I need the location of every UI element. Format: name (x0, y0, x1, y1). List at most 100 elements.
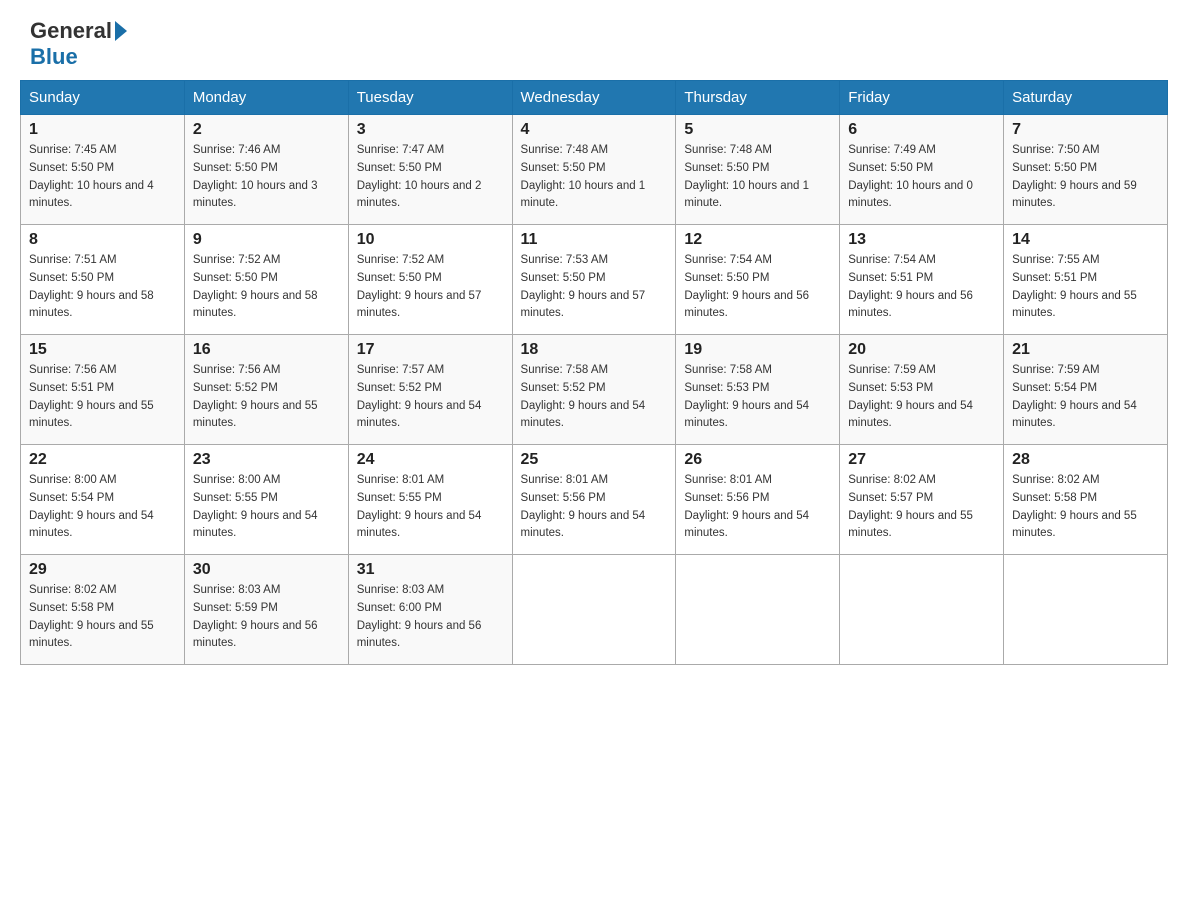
day-cell-30: 30 Sunrise: 8:03 AMSunset: 5:59 PMDayligh… (184, 555, 348, 665)
day-cell-16: 16 Sunrise: 7:56 AMSunset: 5:52 PMDayligh… (184, 335, 348, 445)
day-info-13: Sunrise: 7:54 AMSunset: 5:51 PMDaylight:… (848, 252, 995, 323)
day-cell-4: 4 Sunrise: 7:48 AMSunset: 5:50 PMDaylight… (512, 115, 676, 225)
day-info-28: Sunrise: 8:02 AMSunset: 5:58 PMDaylight:… (1012, 472, 1159, 543)
day-info-2: Sunrise: 7:46 AMSunset: 5:50 PMDaylight:… (193, 142, 340, 213)
day-info-14: Sunrise: 7:55 AMSunset: 5:51 PMDaylight:… (1012, 252, 1159, 323)
day-number-25: 25 (521, 451, 668, 469)
day-cell-11: 11Sunrise: 7:53 AMSunset: 5:50 PMDayligh… (512, 225, 676, 335)
day-number-27: 27 (848, 451, 995, 469)
day-cell-21: 21 Sunrise: 7:59 AMSunset: 5:54 PMDayligh… (1004, 335, 1168, 445)
day-number-30: 30 (193, 561, 340, 579)
day-cell-27: 27 Sunrise: 8:02 AMSunset: 5:57 PMDayligh… (840, 445, 1004, 555)
day-cell-23: 23 Sunrise: 8:00 AMSunset: 5:55 PMDayligh… (184, 445, 348, 555)
day-cell-25: 25 Sunrise: 8:01 AMSunset: 5:56 PMDayligh… (512, 445, 676, 555)
day-number-2: 2 (193, 121, 340, 139)
day-number-3: 3 (357, 121, 504, 139)
calendar-table: SundayMondayTuesdayWednesdayThursdayFrid… (20, 80, 1168, 665)
day-info-25: Sunrise: 8:01 AMSunset: 5:56 PMDaylight:… (521, 472, 668, 543)
day-number-12: 12 (684, 231, 831, 249)
day-info-1: Sunrise: 7:45 AMSunset: 5:50 PMDaylight:… (29, 142, 176, 213)
day-info-15: Sunrise: 7:56 AMSunset: 5:51 PMDaylight:… (29, 362, 176, 433)
day-number-23: 23 (193, 451, 340, 469)
day-cell-22: 22Sunrise: 8:00 AMSunset: 5:54 PMDayligh… (21, 445, 185, 555)
day-number-10: 10 (357, 231, 504, 249)
logo-blue-text: Blue (30, 44, 78, 69)
day-number-19: 19 (684, 341, 831, 359)
day-number-7: 7 (1012, 121, 1159, 139)
day-cell-20: 20 Sunrise: 7:59 AMSunset: 5:53 PMDayligh… (840, 335, 1004, 445)
day-info-26: Sunrise: 8:01 AMSunset: 5:56 PMDaylight:… (684, 472, 831, 543)
day-info-10: Sunrise: 7:52 AMSunset: 5:50 PMDaylight:… (357, 252, 504, 323)
day-cell-29: 29 Sunrise: 8:02 AMSunset: 5:58 PMDayligh… (21, 555, 185, 665)
day-cell-10: 10 Sunrise: 7:52 AMSunset: 5:50 PMDayligh… (348, 225, 512, 335)
empty-cell (1004, 555, 1168, 665)
day-cell-26: 26 Sunrise: 8:01 AMSunset: 5:56 PMDayligh… (676, 445, 840, 555)
day-number-4: 4 (521, 121, 668, 139)
day-number-28: 28 (1012, 451, 1159, 469)
day-cell-7: 7 Sunrise: 7:50 AMSunset: 5:50 PMDaylight… (1004, 115, 1168, 225)
empty-cell (676, 555, 840, 665)
day-info-5: Sunrise: 7:48 AMSunset: 5:50 PMDaylight:… (684, 142, 831, 213)
day-number-9: 9 (193, 231, 340, 249)
day-cell-5: 5 Sunrise: 7:48 AMSunset: 5:50 PMDaylight… (676, 115, 840, 225)
header-tuesday: Tuesday (348, 81, 512, 115)
calendar-header-row: SundayMondayTuesdayWednesdayThursdayFrid… (21, 81, 1168, 115)
day-cell-2: 2 Sunrise: 7:46 AMSunset: 5:50 PMDaylight… (184, 115, 348, 225)
day-info-23: Sunrise: 8:00 AMSunset: 5:55 PMDaylight:… (193, 472, 340, 543)
day-number-24: 24 (357, 451, 504, 469)
day-number-17: 17 (357, 341, 504, 359)
day-number-16: 16 (193, 341, 340, 359)
day-number-13: 13 (848, 231, 995, 249)
week-row-5: 29 Sunrise: 8:02 AMSunset: 5:58 PMDayligh… (21, 555, 1168, 665)
day-info-16: Sunrise: 7:56 AMSunset: 5:52 PMDaylight:… (193, 362, 340, 433)
day-cell-9: 9 Sunrise: 7:52 AMSunset: 5:50 PMDaylight… (184, 225, 348, 335)
day-info-30: Sunrise: 8:03 AMSunset: 5:59 PMDaylight:… (193, 582, 340, 653)
header-thursday: Thursday (676, 81, 840, 115)
day-number-29: 29 (29, 561, 176, 579)
day-number-26: 26 (684, 451, 831, 469)
day-info-29: Sunrise: 8:02 AMSunset: 5:58 PMDaylight:… (29, 582, 176, 653)
day-number-11: 11 (521, 231, 668, 249)
day-cell-1: 1Sunrise: 7:45 AMSunset: 5:50 PMDaylight… (21, 115, 185, 225)
day-info-18: Sunrise: 7:58 AMSunset: 5:52 PMDaylight:… (521, 362, 668, 433)
week-row-3: 15Sunrise: 7:56 AMSunset: 5:51 PMDayligh… (21, 335, 1168, 445)
empty-cell (512, 555, 676, 665)
day-info-19: Sunrise: 7:58 AMSunset: 5:53 PMDaylight:… (684, 362, 831, 433)
day-cell-19: 19 Sunrise: 7:58 AMSunset: 5:53 PMDayligh… (676, 335, 840, 445)
week-row-2: 8Sunrise: 7:51 AMSunset: 5:50 PMDaylight… (21, 225, 1168, 335)
day-cell-14: 14Sunrise: 7:55 AMSunset: 5:51 PMDayligh… (1004, 225, 1168, 335)
day-info-12: Sunrise: 7:54 AMSunset: 5:50 PMDaylight:… (684, 252, 831, 323)
day-info-20: Sunrise: 7:59 AMSunset: 5:53 PMDaylight:… (848, 362, 995, 433)
day-info-9: Sunrise: 7:52 AMSunset: 5:50 PMDaylight:… (193, 252, 340, 323)
day-info-17: Sunrise: 7:57 AMSunset: 5:52 PMDaylight:… (357, 362, 504, 433)
logo-triangle-icon (115, 21, 127, 41)
empty-cell (840, 555, 1004, 665)
day-number-5: 5 (684, 121, 831, 139)
day-number-20: 20 (848, 341, 995, 359)
day-cell-13: 13 Sunrise: 7:54 AMSunset: 5:51 PMDayligh… (840, 225, 1004, 335)
header-sunday: Sunday (21, 81, 185, 115)
day-cell-24: 24 Sunrise: 8:01 AMSunset: 5:55 PMDayligh… (348, 445, 512, 555)
day-cell-6: 6 Sunrise: 7:49 AMSunset: 5:50 PMDaylight… (840, 115, 1004, 225)
day-cell-8: 8Sunrise: 7:51 AMSunset: 5:50 PMDaylight… (21, 225, 185, 335)
day-info-21: Sunrise: 7:59 AMSunset: 5:54 PMDaylight:… (1012, 362, 1159, 433)
header-saturday: Saturday (1004, 81, 1168, 115)
day-number-21: 21 (1012, 341, 1159, 359)
day-number-6: 6 (848, 121, 995, 139)
day-info-7: Sunrise: 7:50 AMSunset: 5:50 PMDaylight:… (1012, 142, 1159, 213)
day-info-6: Sunrise: 7:49 AMSunset: 5:50 PMDaylight:… (848, 142, 995, 213)
page-header: General Blue (0, 0, 1188, 80)
week-row-1: 1Sunrise: 7:45 AMSunset: 5:50 PMDaylight… (21, 115, 1168, 225)
day-info-8: Sunrise: 7:51 AMSunset: 5:50 PMDaylight:… (29, 252, 176, 323)
day-number-22: 22 (29, 451, 176, 469)
day-info-24: Sunrise: 8:01 AMSunset: 5:55 PMDaylight:… (357, 472, 504, 543)
day-info-4: Sunrise: 7:48 AMSunset: 5:50 PMDaylight:… (521, 142, 668, 213)
day-info-27: Sunrise: 8:02 AMSunset: 5:57 PMDaylight:… (848, 472, 995, 543)
day-cell-28: 28 Sunrise: 8:02 AMSunset: 5:58 PMDayligh… (1004, 445, 1168, 555)
day-cell-17: 17 Sunrise: 7:57 AMSunset: 5:52 PMDayligh… (348, 335, 512, 445)
day-cell-15: 15Sunrise: 7:56 AMSunset: 5:51 PMDayligh… (21, 335, 185, 445)
day-cell-18: 18Sunrise: 7:58 AMSunset: 5:52 PMDayligh… (512, 335, 676, 445)
header-friday: Friday (840, 81, 1004, 115)
week-row-4: 22Sunrise: 8:00 AMSunset: 5:54 PMDayligh… (21, 445, 1168, 555)
logo-general-text: General (30, 18, 112, 44)
